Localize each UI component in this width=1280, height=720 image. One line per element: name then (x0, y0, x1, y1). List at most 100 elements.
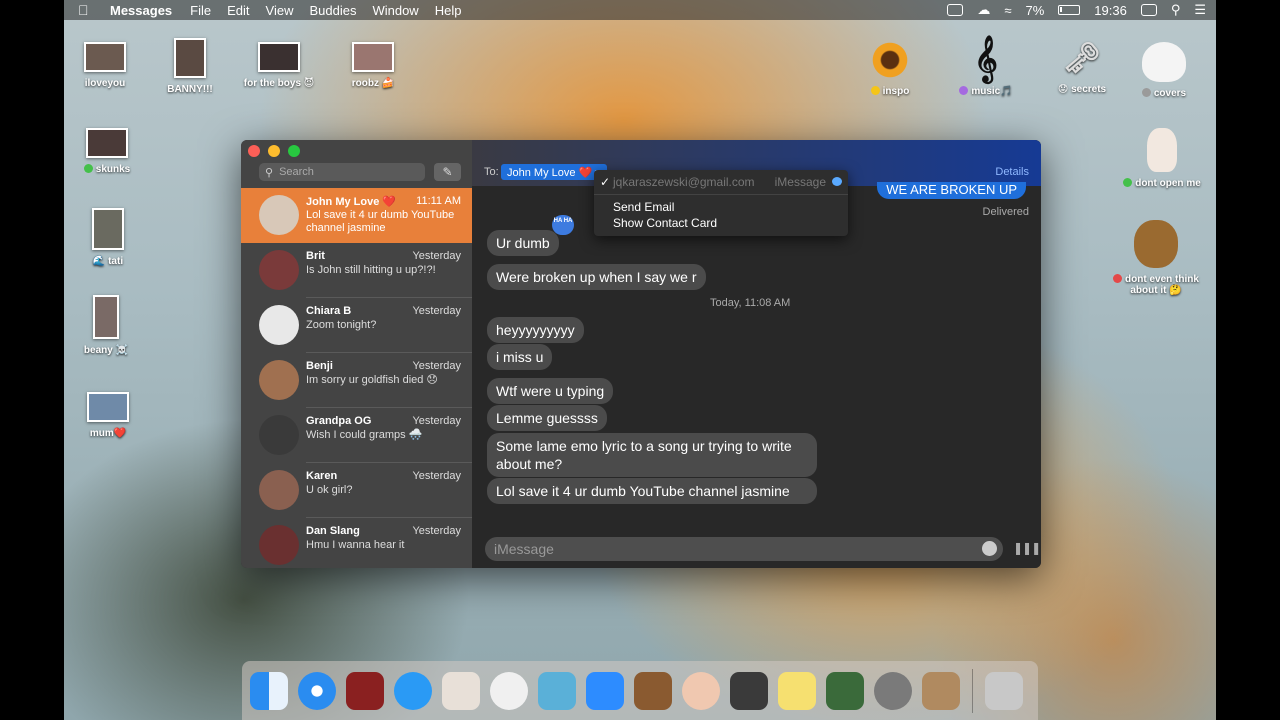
conversation-time: Yesterday (412, 250, 461, 262)
notification-center-icon[interactable]: ☰ (1194, 2, 1206, 18)
itunes-icon[interactable] (490, 671, 528, 710)
message-bubble[interactable]: Were broken up when I say we r (487, 264, 706, 290)
trash-icon[interactable] (985, 671, 1023, 710)
message-bubble[interactable]: Wtf were u typing (487, 378, 614, 404)
menu-file[interactable]: File (190, 3, 211, 18)
desktop-icon-label: beany ☠️ (83, 345, 129, 356)
gray-tag-icon (1141, 88, 1151, 97)
thumbnail-image (352, 42, 394, 72)
photo-booth-icon[interactable] (346, 671, 384, 710)
avatar (259, 305, 299, 345)
zoom-status-icon[interactable] (947, 4, 964, 16)
message-bubble[interactable]: Lol save it 4 ur dumb YouTube channel ja… (487, 478, 817, 504)
recipient-address: jqkaraszewski@gmail.com (613, 175, 755, 189)
conversation-time: Yesterday (412, 360, 461, 372)
yellow-tag-icon (870, 86, 880, 95)
desktop-icon-for-the-boys[interactable]: for the boys 😈 (229, 42, 329, 89)
desktop-icon-banny[interactable]: BANNY!!! (140, 38, 240, 95)
close-button[interactable] (248, 145, 260, 157)
haha-tapback-icon[interactable]: HA HA (552, 215, 574, 235)
safari-icon[interactable] (298, 671, 336, 710)
desktop-icon-covers[interactable]: covers (1114, 42, 1214, 99)
conversation-john-my-love[interactable]: John My Love ❤️ 11:11 AM Lol save it 4 u… (241, 188, 472, 243)
menu-item-send-email[interactable]: Send Email (613, 200, 674, 214)
conversation-grandpa-og[interactable]: Grandpa OG Yesterday Wish I could gramps… (241, 408, 472, 463)
finder-icon[interactable] (250, 671, 288, 710)
wifi-icon[interactable]: ≈ (1004, 3, 1011, 18)
zoom-button[interactable] (288, 145, 300, 157)
menu-divider (594, 194, 848, 195)
desktop:  Messages File Edit View Buddies Window… (64, 0, 1216, 720)
desktop-icon-mum[interactable]: mum❤️ (64, 392, 158, 439)
message-bubble[interactable]: Ur dumb (487, 230, 559, 256)
desktop-icon-music[interactable]: 𝄞 music🎵 (936, 36, 1036, 97)
compose-button[interactable]: ✎ (434, 163, 461, 181)
apple-menu-icon[interactable]:  (78, 2, 102, 18)
green-tag-icon (1123, 178, 1133, 187)
zoom-icon[interactable] (586, 671, 624, 710)
menu-view[interactable]: View (266, 3, 294, 18)
avatar (259, 195, 299, 235)
emoji-button-icon[interactable] (982, 541, 997, 556)
message-bubble[interactable]: i miss u (487, 344, 553, 370)
conversation-name: Chiara B (306, 305, 352, 317)
contacts-icon[interactable] (922, 671, 960, 710)
details-button[interactable]: Details (995, 166, 1029, 178)
menu-buddies[interactable]: Buddies (309, 3, 356, 18)
garageband-icon[interactable] (634, 671, 672, 710)
desktop-icon-beany[interactable]: beany ☠️ (64, 295, 156, 356)
scrobbles-icon[interactable] (442, 671, 480, 710)
seal-app-icon[interactable] (538, 671, 576, 710)
calendar-icon[interactable] (1140, 4, 1157, 16)
battery-percent[interactable]: 7% (1025, 3, 1044, 18)
menu-window[interactable]: Window (372, 3, 418, 18)
audio-message-icon[interactable]: ❚❚❚ (1013, 541, 1041, 555)
face-app-icon[interactable] (682, 671, 720, 710)
system-preferences-icon[interactable] (874, 671, 912, 710)
recipient-token[interactable]: John My Love ❤️ ▾ (501, 164, 607, 180)
conversation-brit[interactable]: Brit Yesterday Is John still hitting u u… (241, 243, 472, 298)
menu-app-name[interactable]: Messages (110, 3, 172, 18)
messages-icon[interactable] (394, 671, 432, 710)
battery-icon[interactable] (1058, 5, 1081, 15)
desktop-icon-skunks[interactable]: skunks (64, 128, 157, 175)
desktop-icon-inspo[interactable]: inspo (840, 40, 940, 97)
stickies-icon[interactable] (778, 671, 816, 710)
desktop-icon-dont-open-me[interactable]: dont open me (1112, 128, 1212, 189)
message-bubble[interactable]: heyyyyyyyyy (487, 317, 584, 343)
window-controls (248, 145, 300, 157)
clock[interactable]: 19:36 (1094, 3, 1127, 18)
menu-edit[interactable]: Edit (227, 3, 249, 18)
search-input[interactable]: ⚲ Search (259, 163, 425, 181)
preview-icon[interactable] (826, 671, 864, 710)
conversation-karen[interactable]: Karen Yesterday U ok girl? (241, 463, 472, 518)
green-tag-icon (83, 164, 93, 173)
desktop-icon-tati[interactable]: 🌊 tati (64, 208, 158, 267)
messages-window: ⚲ Search ✎ John My Love ❤️ 11:11 AM Lol … (241, 140, 1041, 568)
purple-tag-icon (959, 86, 969, 95)
conversation-chiara-b[interactable]: Chiara B Yesterday Zoom tonight? (241, 298, 472, 353)
thumbnail-image (93, 295, 119, 339)
sent-message-bubble[interactable]: WE ARE BROKEN UP (877, 182, 1026, 199)
spotlight-search-icon[interactable]: ⚲ (1171, 2, 1181, 18)
desktop-icon-label: dont even think about it 🤔 (1125, 274, 1199, 296)
conversation-benji[interactable]: Benji Yesterday Im sorry ur goldfish die… (241, 353, 472, 408)
desktop-icon-dont-even-think-about-it[interactable]: dont even think about it 🤔 (1106, 220, 1206, 296)
minimize-button[interactable] (268, 145, 280, 157)
conversation-preview: Im sorry ur goldfish died 😞 (306, 374, 438, 386)
conversation-dan-slang[interactable]: Dan Slang Yesterday Hmu I wanna hear it (241, 518, 472, 568)
voice-memos-icon[interactable] (730, 671, 768, 710)
conversation-name: Karen (306, 470, 338, 482)
message-input[interactable]: iMessage (485, 537, 1003, 561)
avatar (259, 250, 299, 290)
lion-icon (1134, 220, 1178, 268)
message-bubble[interactable]: Some lame emo lyric to a song ur trying … (487, 433, 817, 477)
creative-cloud-icon[interactable]: ☁ (977, 2, 990, 18)
menu-item-show-contact-card[interactable]: Show Contact Card (613, 216, 717, 230)
message-timestamp: Today, 11:08 AM (710, 297, 791, 309)
message-bubble[interactable]: Lemme guessss (487, 405, 607, 431)
menu-item-address[interactable]: ✓ jqkaraszewski@gmail.com iMessage (600, 174, 844, 190)
desktop-icon-roobz[interactable]: roobz 🍰 (323, 42, 423, 89)
bunny-figure-icon (1147, 128, 1177, 172)
menu-help[interactable]: Help (435, 3, 462, 18)
